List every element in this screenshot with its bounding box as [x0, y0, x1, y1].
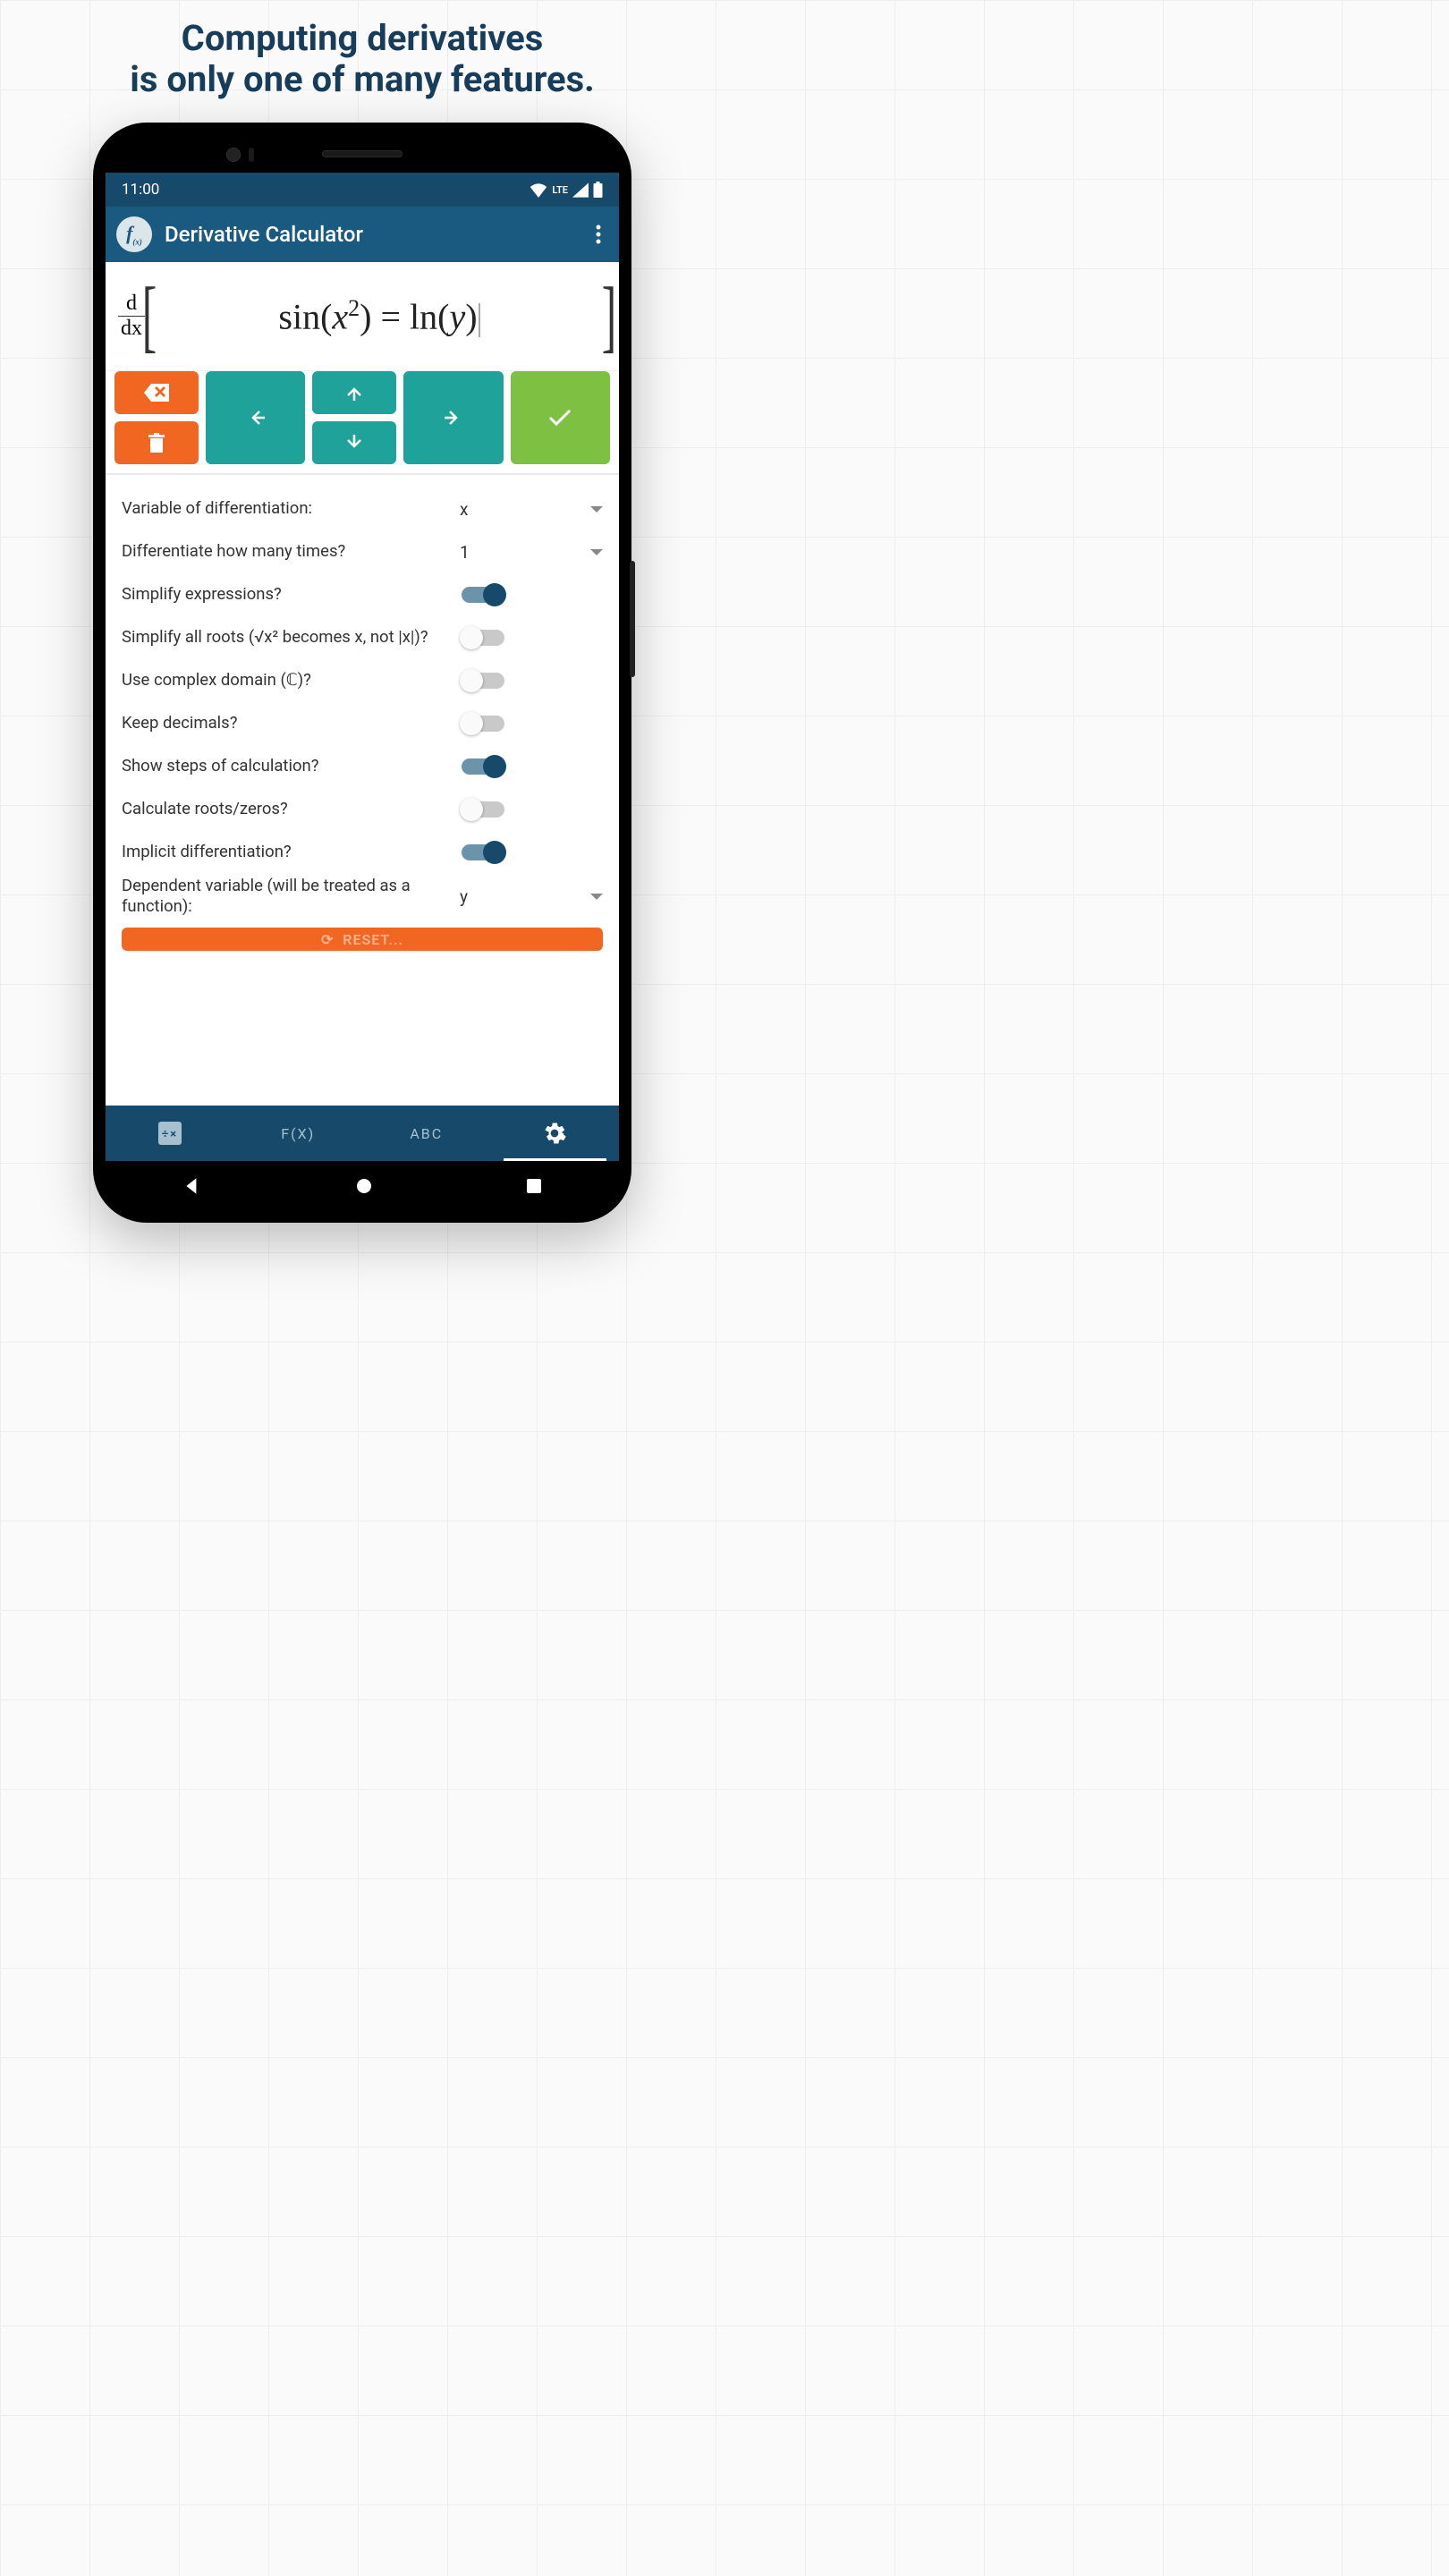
settings-dropdown[interactable]: 1: [460, 542, 603, 563]
settings-panel: Variable of differentiation:xDifferentia…: [106, 475, 619, 1106]
android-back-button[interactable]: [182, 1176, 202, 1196]
android-recent-button[interactable]: [526, 1178, 542, 1194]
app-icon: f(x): [116, 216, 152, 252]
settings-label: Variable of differentiation:: [122, 498, 460, 519]
promo-headline: Computing derivatives is only one of man…: [130, 18, 595, 100]
svg-text:÷×: ÷×: [162, 1128, 178, 1141]
settings-toggle[interactable]: [462, 587, 504, 603]
chevron-down-icon: [590, 894, 603, 900]
formula-input-area[interactable]: d dx [ sin(x2) = ln(y) ]: [106, 262, 619, 371]
nav-keypad: [106, 371, 619, 475]
dropdown-value: y: [460, 886, 468, 907]
settings-row: Dependent variable (will be treated as a…: [122, 874, 603, 919]
settings-row: Keep decimals?: [122, 702, 603, 745]
cursor-right-key[interactable]: [403, 371, 503, 464]
status-time: 11:00: [122, 181, 159, 199]
settings-dropdown[interactable]: x: [460, 499, 603, 520]
network-label: LTE: [552, 184, 568, 196]
front-camera: [226, 148, 241, 162]
settings-label: Show steps of calculation?: [122, 756, 460, 776]
settings-label: Implicit differentiation?: [122, 842, 460, 862]
android-home-button[interactable]: [355, 1177, 373, 1195]
settings-label: Simplify expressions?: [122, 584, 460, 605]
settings-row: Implicit differentiation?: [122, 831, 603, 874]
nav-keypad-tab[interactable]: ÷×: [106, 1106, 234, 1161]
signal-icon: [572, 182, 589, 198]
chevron-down-icon: [590, 506, 603, 513]
bottom-nav: ÷× F(X) ABC: [106, 1106, 619, 1161]
dropdown-value: 1: [460, 542, 470, 563]
cursor-up-key[interactable]: [312, 371, 396, 414]
settings-label: Dependent variable (will be treated as a…: [122, 876, 460, 917]
status-bar: 11:00 LTE: [106, 173, 619, 207]
cursor-left-key[interactable]: [206, 371, 305, 464]
cursor-down-key[interactable]: [312, 421, 396, 464]
chevron-down-icon: [590, 549, 603, 555]
settings-row: Calculate roots/zeros?: [122, 788, 603, 831]
settings-label: Simplify all roots (√x² becomes x, not |…: [122, 627, 460, 648]
settings-label: Keep decimals?: [122, 713, 460, 733]
gear-icon: [543, 1122, 566, 1145]
phone-side-button: [630, 561, 635, 677]
settings-toggle[interactable]: [462, 673, 504, 689]
wifi-icon: [530, 182, 547, 198]
phone-top-bezel: [106, 135, 619, 173]
clear-key[interactable]: [114, 421, 199, 464]
settings-label: Calculate roots/zeros?: [122, 799, 460, 819]
android-nav-bar: [106, 1161, 619, 1210]
nav-settings-tab[interactable]: [491, 1106, 620, 1161]
nav-fx-tab[interactable]: F(X): [234, 1106, 363, 1161]
settings-dropdown[interactable]: y: [460, 886, 603, 907]
settings-toggle[interactable]: [462, 844, 504, 860]
reset-button[interactable]: ⟳ RESET...: [122, 928, 603, 951]
phone-frame: 11:00 LTE f(x) Derivative Calculator: [93, 123, 631, 1223]
settings-row: Differentiate how many times?1: [122, 530, 603, 573]
settings-label: Use complex domain (ℂ)?: [122, 670, 460, 691]
sensor-slot: [249, 148, 254, 162]
battery-icon: [593, 182, 603, 198]
phone-screen: 11:00 LTE f(x) Derivative Calculator: [106, 173, 619, 1161]
settings-row: Show steps of calculation?: [122, 745, 603, 788]
settings-toggle[interactable]: [462, 758, 504, 775]
backspace-key[interactable]: [114, 371, 199, 414]
right-bracket: ]: [602, 280, 616, 352]
settings-row: Variable of differentiation:x: [122, 487, 603, 530]
settings-toggle[interactable]: [462, 801, 504, 818]
formula-expression[interactable]: sin(x2) = ln(y): [154, 295, 605, 337]
settings-row: Simplify all roots (√x² becomes x, not |…: [122, 616, 603, 659]
nav-abc-tab[interactable]: ABC: [362, 1106, 491, 1161]
ddx-operator: d dx: [118, 292, 145, 341]
settings-toggle[interactable]: [462, 630, 504, 646]
settings-toggle[interactable]: [462, 716, 504, 732]
confirm-key[interactable]: [511, 371, 610, 464]
settings-row: Simplify expressions?: [122, 573, 603, 616]
app-bar: f(x) Derivative Calculator: [106, 207, 619, 262]
settings-label: Differentiate how many times?: [122, 541, 460, 562]
app-title: Derivative Calculator: [165, 222, 363, 247]
earpiece-speaker: [322, 150, 402, 157]
settings-row: Use complex domain (ℂ)?: [122, 659, 603, 702]
dropdown-value: x: [460, 499, 468, 520]
overflow-menu-button[interactable]: [589, 217, 608, 251]
